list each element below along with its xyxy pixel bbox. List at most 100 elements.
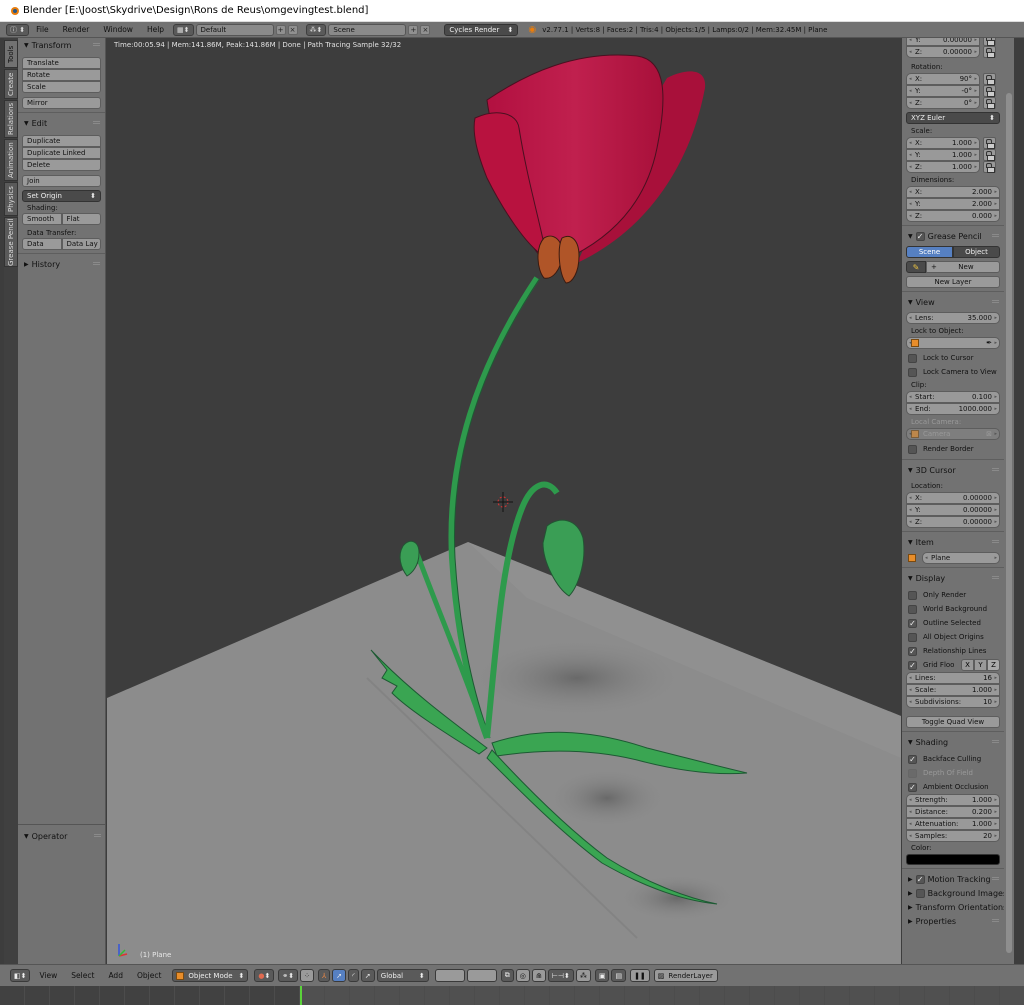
toggle-quad-view-button[interactable]: Toggle Quad View	[906, 716, 1000, 728]
drag-grip-icon[interactable]	[992, 234, 999, 237]
clear-icon[interactable]: ⊠	[986, 430, 992, 438]
location-y-field[interactable]: Y:0.00000	[906, 38, 980, 46]
scene-tab-button[interactable]: Scene	[906, 246, 953, 258]
grid-lines-field[interactable]: Lines:16	[906, 672, 1000, 684]
layers-grid-a[interactable]	[434, 969, 465, 982]
clip-end-field[interactable]: End:1000.000	[906, 403, 1000, 415]
lock-layers-icon[interactable]: ⧉	[500, 969, 514, 982]
grid-axis-y-toggle[interactable]: Y	[974, 659, 987, 671]
lock-icon[interactable]	[983, 46, 996, 58]
drag-grip-icon[interactable]	[992, 919, 999, 922]
duplicate-button[interactable]: Duplicate	[22, 135, 101, 147]
duplicate-linked-button[interactable]: Duplicate Linked	[22, 147, 101, 159]
only-render-checkbox[interactable]: Only Render	[902, 588, 1004, 602]
translate-button[interactable]: Translate	[22, 57, 101, 69]
transform-orientations-panel-header[interactable]: ▶ Transform Orientations	[902, 900, 1004, 914]
snap-toggle-icon[interactable]: ⋒	[531, 969, 546, 982]
properties-scrollbar[interactable]	[1004, 38, 1014, 964]
viewport-shading-select[interactable]: ● ⬍	[254, 969, 275, 982]
scale-y-field[interactable]: Y:1.000	[906, 149, 980, 161]
delete-scene-icon[interactable]: ×	[420, 24, 431, 35]
scene-field[interactable]: Scene	[328, 23, 407, 36]
lock-camera-to-view-checkbox[interactable]: Lock Camera to View	[902, 365, 1004, 379]
grid-floor-checkbox[interactable]: ✓ Grid Floo	[902, 658, 961, 672]
add-screen-icon[interactable]: +	[275, 24, 286, 35]
dimensions-x-field[interactable]: X:2.000	[906, 186, 1000, 198]
menu-object[interactable]: Object	[137, 971, 161, 980]
set-origin-select[interactable]: Set Origin ⬍	[22, 190, 101, 202]
location-z-field[interactable]: Z:0.00000	[906, 46, 980, 58]
scrollbar-thumb[interactable]	[1006, 93, 1012, 953]
ao-attenuation-field[interactable]: Attenuation:1.000	[906, 818, 1000, 830]
drag-grip-icon[interactable]	[992, 740, 999, 743]
lock-icon[interactable]	[983, 149, 996, 161]
new-layer-button[interactable]: New Layer	[906, 276, 1000, 288]
mirror-button[interactable]: Mirror	[22, 97, 101, 109]
dimensions-z-field[interactable]: Z:0.000	[906, 210, 1000, 222]
timeline-playhead[interactable]	[300, 986, 302, 1005]
drag-grip-icon[interactable]	[93, 43, 100, 46]
smooth-button[interactable]: Smooth	[22, 213, 62, 225]
clip-start-field[interactable]: Start:0.100	[906, 391, 1000, 403]
lock-icon[interactable]	[983, 97, 996, 109]
relationship-lines-checkbox[interactable]: ✓ Relationship Lines	[902, 644, 1004, 658]
rotation-mode-select[interactable]: XYZ Euler ⬍	[906, 112, 1000, 124]
cursor-z-field[interactable]: Z:0.00000	[906, 516, 1000, 528]
drag-grip-icon[interactable]	[992, 540, 999, 543]
editor-type-button[interactable]: ⓘ ⬍	[6, 23, 30, 36]
manipulator-toggle[interactable]: ⁘	[300, 969, 315, 982]
object-tab-button[interactable]: Object	[953, 246, 1000, 258]
shading-panel-header[interactable]: ▼ Shading	[902, 735, 1004, 749]
delete-button[interactable]: Delete	[22, 159, 101, 171]
item-panel-header[interactable]: ▼ Item	[902, 535, 1004, 549]
backface-culling-checkbox[interactable]: ✓ Backface Culling	[902, 752, 1004, 766]
new-grease-pencil-button[interactable]: + New	[926, 261, 1000, 273]
scale-z-field[interactable]: Z:1.000	[906, 161, 980, 173]
lock-icon[interactable]	[983, 137, 996, 149]
menu-file[interactable]: File	[36, 25, 49, 34]
object-name-field[interactable]: Plane	[922, 552, 1000, 564]
lock-to-object-field[interactable]: ✒	[906, 337, 1000, 349]
mode-select[interactable]: Object Mode ⬍	[172, 969, 249, 982]
all-object-origins-checkbox[interactable]: All Object Origins	[902, 630, 1004, 644]
add-scene-icon[interactable]: +	[408, 24, 419, 35]
background-images-checkbox[interactable]	[915, 888, 925, 898]
snap-target-icon[interactable]: ⁂	[575, 969, 591, 982]
history-panel-header[interactable]: ▶ History	[18, 257, 105, 271]
transform-panel-header[interactable]: ▼ Transform	[18, 38, 105, 52]
ao-samples-field[interactable]: Samples:20	[906, 830, 1000, 842]
snap-element-select[interactable]: ⊢⊣⬍	[547, 969, 574, 982]
local-camera-field[interactable]: Camera⊠	[906, 428, 1000, 440]
tab-relations[interactable]: Relations	[4, 100, 18, 138]
data-layout-button[interactable]: Data Lay	[61, 238, 101, 250]
lock-to-cursor-checkbox[interactable]: Lock to Cursor	[902, 351, 1004, 365]
render-layer-field[interactable]: ▨ RenderLayer	[653, 969, 718, 982]
screen-layout-icon[interactable]: ▦⬍	[173, 23, 194, 36]
ambient-occlusion-checkbox[interactable]: ✓ Ambient Occlusion	[902, 780, 1004, 794]
world-background-checkbox[interactable]: World Background	[902, 602, 1004, 616]
tab-create[interactable]: Create	[4, 69, 18, 99]
menu-add[interactable]: Add	[108, 971, 123, 980]
drag-grip-icon[interactable]	[94, 834, 101, 837]
manipulator-axes-icon[interactable]: ⅄	[318, 969, 331, 982]
scale-manipulator-icon[interactable]: ➚	[360, 969, 375, 982]
render-border-checkbox[interactable]: Render Border	[902, 442, 1004, 456]
cursor-x-field[interactable]: X:0.00000	[906, 492, 1000, 504]
drag-grip-icon[interactable]	[992, 468, 999, 471]
ao-color-swatch[interactable]	[906, 854, 1000, 865]
timeline-strip[interactable]	[0, 986, 1024, 1005]
grid-scale-field[interactable]: Scale:1.000	[906, 684, 1000, 696]
cursor-y-field[interactable]: Y:0.00000	[906, 504, 1000, 516]
ao-distance-field[interactable]: Distance:0.200	[906, 806, 1000, 818]
3d-cursor-panel-header[interactable]: ▼ 3D Cursor	[902, 463, 1004, 477]
lock-icon[interactable]	[983, 161, 996, 173]
operator-panel-header[interactable]: ▼ Operator	[18, 829, 106, 843]
display-panel-header[interactable]: ▼ Display	[902, 571, 1004, 585]
translate-manipulator-icon[interactable]: ➚	[332, 969, 347, 982]
drag-grip-icon[interactable]	[93, 262, 100, 265]
drag-grip-icon[interactable]	[93, 121, 100, 124]
scale-x-field[interactable]: X:1.000	[906, 137, 980, 149]
grid-axis-z-toggle[interactable]: Z	[987, 659, 1000, 671]
lens-field[interactable]: Lens:35.000	[906, 312, 1000, 324]
properties-panel-header[interactable]: ▶ Properties	[902, 914, 1004, 928]
